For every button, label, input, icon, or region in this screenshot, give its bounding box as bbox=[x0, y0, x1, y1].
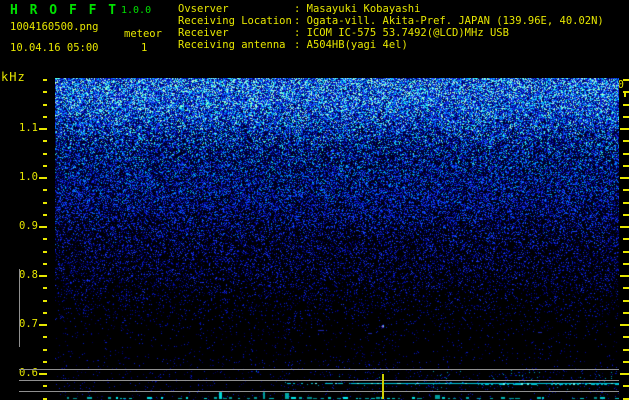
freq-minor-tick-left bbox=[43, 287, 47, 289]
freq-minor-tick-right bbox=[623, 385, 629, 387]
freq-minor-tick-left bbox=[43, 263, 47, 265]
output-filename: 1004160500.png bbox=[10, 21, 99, 33]
freq-minor-tick-left bbox=[43, 165, 47, 167]
spectrogram-canvas bbox=[55, 78, 619, 400]
freq-minor-tick-left bbox=[43, 91, 47, 93]
meteor-detection-marker bbox=[382, 374, 384, 399]
info-label: Receiving Location bbox=[178, 15, 292, 27]
freq-minor-tick-right bbox=[623, 312, 629, 314]
mode-label: meteor bbox=[124, 28, 162, 40]
info-label: Ovserver bbox=[178, 3, 229, 15]
level-grid-line-mid bbox=[19, 380, 619, 381]
freq-minor-tick-right bbox=[623, 91, 629, 93]
freq-minor-tick-right bbox=[623, 263, 629, 265]
freq-minor-tick-right bbox=[623, 214, 629, 216]
freq-minor-tick-left bbox=[43, 202, 47, 204]
level-scale-vertical-line bbox=[19, 269, 20, 347]
echo-count: 1 bbox=[141, 42, 148, 54]
freq-minor-tick-left bbox=[43, 116, 47, 118]
level-grid-line-top bbox=[19, 369, 619, 370]
app-version: 1.0.0 bbox=[121, 5, 152, 16]
freq-label-0.7: 0.7 bbox=[19, 318, 38, 330]
info-value: : A504HB(yagi 4el) bbox=[294, 39, 408, 51]
freq-minor-tick-left bbox=[43, 336, 47, 338]
freq-minor-tick-left bbox=[43, 251, 47, 253]
app-title: H R O F F T bbox=[10, 3, 119, 18]
freq-axis-unit-label: kHz bbox=[1, 70, 26, 84]
info-row-0: Ovserver : Masayuki Kobayashi bbox=[178, 3, 604, 15]
freq-minor-tick-right bbox=[623, 349, 629, 351]
freq-minor-tick-left bbox=[43, 214, 47, 216]
freq-minor-tick-right bbox=[623, 79, 629, 81]
freq-minor-tick-right bbox=[623, 300, 629, 302]
freq-minor-tick-left bbox=[43, 140, 47, 142]
datetime-label: 10.04.16 05:00 bbox=[10, 42, 99, 54]
freq-major-tick-left bbox=[39, 275, 47, 277]
info-value: : ICOM IC-575 53.7492(@LCD)MHz USB bbox=[294, 27, 509, 39]
freq-minor-tick-right bbox=[623, 116, 629, 118]
info-row-2: Receiver : ICOM IC-575 53.7492(@LCD)MHz U… bbox=[178, 27, 604, 39]
freq-minor-tick-right bbox=[623, 104, 629, 106]
freq-label-1.1: 1.1 bbox=[19, 122, 38, 134]
freq-major-tick-left bbox=[39, 177, 47, 179]
freq-major-tick-left bbox=[39, 324, 47, 326]
freq-minor-tick-left bbox=[43, 385, 47, 387]
freq-label-1.0: 1.0 bbox=[19, 171, 38, 183]
freq-major-tick-right bbox=[620, 226, 629, 228]
freq-minor-tick-left bbox=[43, 349, 47, 351]
freq-minor-tick-left bbox=[43, 79, 47, 81]
freq-major-tick-right bbox=[620, 128, 629, 130]
info-value: : Ogata-vill. Akita-Pref. JAPAN (139.96E… bbox=[294, 15, 604, 27]
freq-minor-tick-right bbox=[623, 336, 629, 338]
station-info-block: Ovserver : Masayuki Kobayashi Receiving Lo… bbox=[178, 3, 604, 51]
freq-major-tick-left bbox=[39, 128, 47, 130]
freq-major-tick-right bbox=[620, 324, 629, 326]
info-value: : Masayuki Kobayashi bbox=[294, 3, 421, 15]
freq-major-tick-right bbox=[620, 275, 629, 277]
hrofft-spectrogram-screen: H R O F F T 1.0.0 1004160500.png meteor … bbox=[0, 0, 629, 400]
freq-major-tick-left bbox=[39, 226, 47, 228]
freq-minor-tick-right bbox=[623, 202, 629, 204]
freq-minor-tick-left bbox=[43, 189, 47, 191]
info-row-1: Receiving Location: Ogata-vill. Akita-Pr… bbox=[178, 15, 604, 27]
freq-major-tick-left bbox=[39, 373, 47, 375]
freq-minor-tick-right bbox=[623, 238, 629, 240]
freq-minor-tick-left bbox=[43, 312, 47, 314]
freq-minor-tick-left bbox=[43, 361, 47, 363]
freq-minor-tick-right bbox=[623, 165, 629, 167]
freq-label-0.9: 0.9 bbox=[19, 220, 38, 232]
freq-minor-tick-left bbox=[43, 300, 47, 302]
level-grid-line-bottom bbox=[19, 391, 619, 392]
freq-minor-tick-right bbox=[623, 361, 629, 363]
info-label: Receiving antenna bbox=[178, 39, 286, 51]
freq-major-tick-right bbox=[620, 373, 629, 375]
freq-minor-tick-right bbox=[623, 153, 629, 155]
freq-minor-tick-left bbox=[43, 238, 47, 240]
freq-major-tick-right bbox=[620, 177, 629, 179]
freq-minor-tick-right bbox=[623, 287, 629, 289]
freq-minor-tick-right bbox=[623, 189, 629, 191]
freq-label-0.8: 0.8 bbox=[19, 269, 38, 281]
freq-minor-tick-right bbox=[623, 251, 629, 253]
info-label: Receiver bbox=[178, 27, 229, 39]
freq-minor-tick-left bbox=[43, 153, 47, 155]
freq-minor-tick-left bbox=[43, 104, 47, 106]
info-row-3: Receiving antenna : A504HB(yagi 4el) bbox=[178, 39, 604, 51]
freq-minor-tick-right bbox=[623, 140, 629, 142]
